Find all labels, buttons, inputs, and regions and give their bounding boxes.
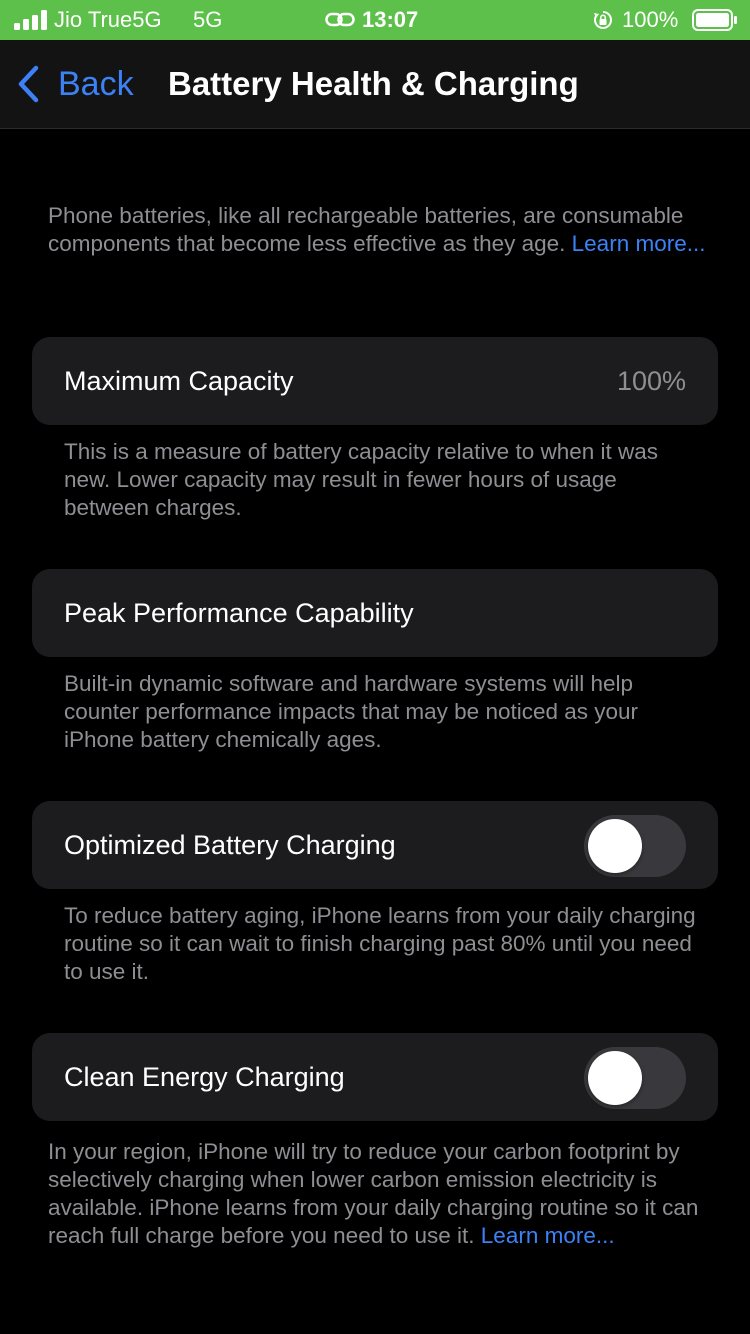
clean-energy-row: Clean Energy Charging (32, 1033, 718, 1121)
network-type: 5G (193, 7, 223, 32)
maximum-capacity-value: 100% (616, 366, 686, 396)
battery-percentage: 100% (622, 7, 679, 32)
optimized-charging-row: Optimized Battery Charging (32, 801, 718, 889)
battery-icon (692, 9, 737, 31)
clean-energy-label: Clean Energy Charging (64, 1062, 345, 1092)
back-label: Back (58, 64, 134, 103)
optimized-charging-footer: To reduce battery aging, iPhone learns f… (64, 903, 696, 984)
cellular-signal-icon (14, 10, 47, 30)
carrier-name: Jio True5G (54, 7, 162, 32)
maximum-capacity-row: Maximum Capacity 100% (32, 337, 718, 425)
status-bar: Jio True5G 5G 13:07 100% (0, 0, 750, 40)
chevron-left-icon (18, 65, 39, 103)
toggle-knob (588, 819, 642, 873)
optimized-charging-label: Optimized Battery Charging (64, 830, 396, 860)
navigation-bar: Back Battery Health & Charging (0, 40, 750, 129)
optimized-charging-toggle[interactable] (584, 815, 686, 877)
peak-performance-row[interactable]: Peak Performance Capability (32, 569, 718, 657)
clock-time: 13:07 (362, 7, 419, 32)
learn-more-link[interactable]: Learn more... (572, 231, 706, 256)
peak-performance-footer: Built-in dynamic software and hardware s… (64, 671, 639, 752)
orientation-lock-icon (594, 11, 612, 29)
back-button[interactable]: Back (14, 60, 134, 108)
peak-performance-label: Peak Performance Capability (64, 598, 414, 628)
page-title: Battery Health & Charging (168, 65, 579, 102)
personal-hotspot-icon (325, 12, 355, 27)
maximum-capacity-label: Maximum Capacity (64, 366, 294, 396)
maximum-capacity-footer: This is a measure of battery capacity re… (64, 439, 659, 520)
clean-energy-learn-more-link[interactable]: Learn more... (481, 1223, 615, 1248)
clean-energy-toggle[interactable] (584, 1047, 686, 1109)
intro-description: Phone batteries, like all rechargeable b… (48, 202, 708, 258)
toggle-knob (588, 1051, 642, 1105)
clean-energy-footer: In your region, iPhone will try to reduc… (48, 1138, 708, 1250)
